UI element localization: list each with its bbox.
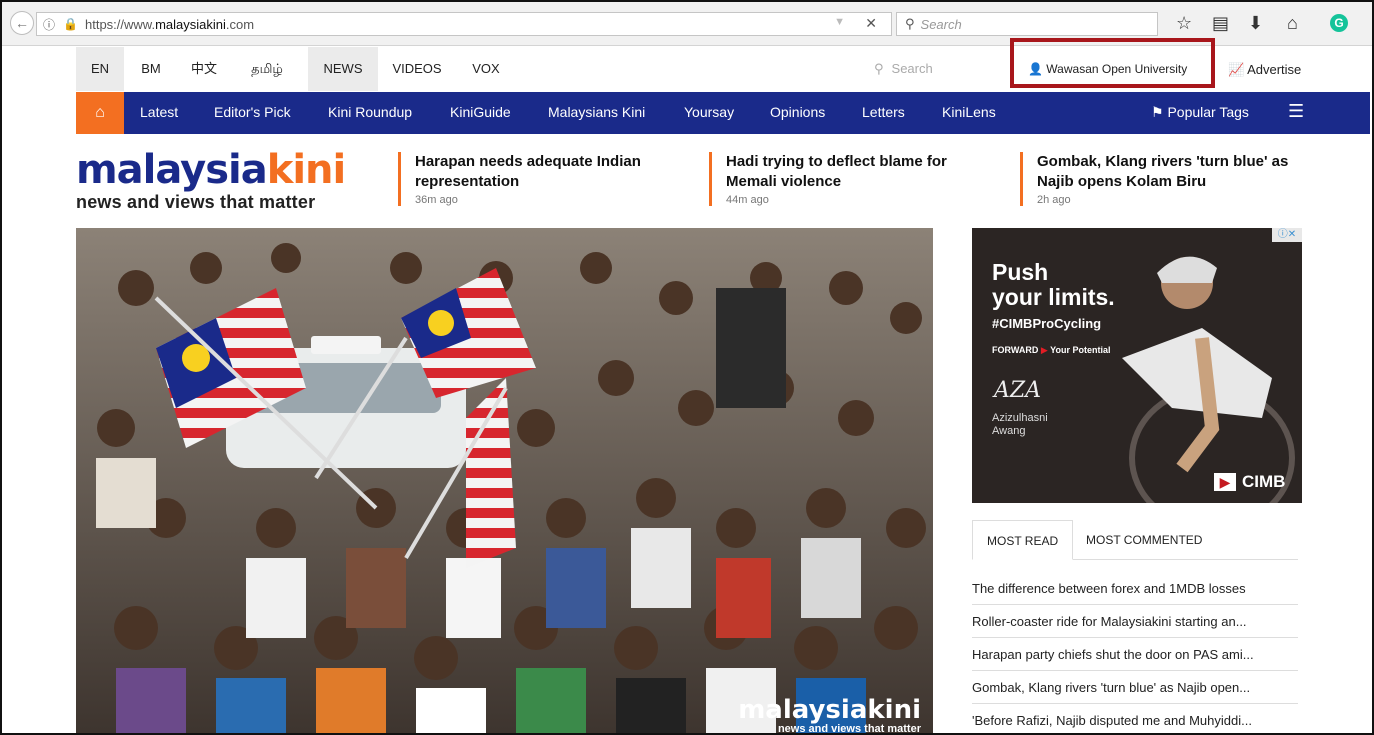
- browser-search-input[interactable]: ⚲ Search: [896, 12, 1158, 36]
- ad-forward-suffix: Your Potential: [1050, 345, 1111, 355]
- site-search[interactable]: ⚲ Search: [874, 61, 933, 77]
- lock-icon: 🔒: [63, 17, 78, 31]
- list-item[interactable]: Roller-coaster ride for Malaysiakini sta…: [972, 605, 1298, 638]
- ad-signature: AZA: [994, 378, 1042, 403]
- lang-en[interactable]: EN: [76, 47, 124, 91]
- headline-time: 2h ago: [1037, 194, 1071, 206]
- headline-title[interactable]: Gombak, Klang rivers 'turn blue' as Naji…: [1037, 152, 1300, 192]
- lang-zh[interactable]: 中文: [182, 47, 226, 91]
- browser-window: ← ⓘ 🔒 https://www.malaysiakini.com ▼ ✕ ⚲…: [0, 0, 1374, 735]
- nav-letters[interactable]: Letters: [862, 104, 905, 120]
- site-logo[interactable]: malaysiakini news and views that matter: [76, 147, 346, 213]
- cimb-mark-icon: ▶: [1214, 473, 1236, 491]
- list-item[interactable]: Harapan party chiefs shut the door on PA…: [972, 638, 1298, 671]
- lang-bm[interactable]: BM: [130, 47, 172, 91]
- nav-kinilens[interactable]: KiniLens: [942, 104, 996, 120]
- tab-most-commented[interactable]: MOST COMMENTED: [1072, 520, 1216, 560]
- info-icon[interactable]: ⓘ: [43, 16, 61, 33]
- url-text: https://www.malaysiakini.com: [85, 16, 255, 32]
- headline-time: 36m ago: [415, 194, 458, 206]
- nav-malaysians-kini[interactable]: Malaysians Kini: [548, 104, 645, 120]
- menu-icon[interactable]: ☰: [1288, 101, 1304, 122]
- back-arrow-icon[interactable]: ←: [10, 11, 34, 35]
- rider-last: Awang: [992, 425, 1026, 437]
- watermark-main: malaysiakini: [738, 695, 921, 725]
- nav-opinions[interactable]: Opinions: [770, 104, 825, 120]
- cimb-advertisement[interactable]: Push your limits. #CIMBProCycling FORWARD…: [972, 228, 1302, 503]
- headline-item[interactable]: Gombak, Klang rivers 'turn blue' as Naji…: [1020, 152, 1300, 206]
- popular-tags-label: Popular Tags: [1167, 104, 1249, 120]
- headline-title[interactable]: Harapan needs adequate Indian representa…: [415, 152, 678, 192]
- most-read-tabs: MOST READ MOST COMMENTED: [972, 520, 1298, 560]
- advertise-link[interactable]: 📈 Advertise: [1228, 62, 1301, 78]
- ad-forward-prefix: FORWARD: [992, 345, 1039, 355]
- flag-icon: ▶: [1040, 345, 1048, 355]
- nav-kini-roundup[interactable]: Kini Roundup: [328, 104, 412, 120]
- search-placeholder: Search: [920, 16, 962, 32]
- list-item[interactable]: The difference between forex and 1MDB lo…: [972, 572, 1298, 605]
- photo-watermark: malaysiakini news and views that matter: [738, 695, 921, 733]
- reading-list-icon[interactable]: ▤: [1212, 13, 1229, 34]
- search-icon: ⚲: [874, 61, 884, 76]
- main-nav: ⌂ Latest Editor's Pick Kini Roundup Kini…: [76, 92, 1370, 134]
- ad-hashtag: #CIMBProCycling: [992, 316, 1102, 331]
- search-icon: ⚲: [905, 16, 915, 31]
- bookmark-star-icon[interactable]: ☆: [1176, 13, 1192, 34]
- grammarly-icon[interactable]: G: [1330, 14, 1348, 32]
- tag-icon: ⚑: [1151, 104, 1164, 120]
- tab-vox[interactable]: VOX: [458, 47, 514, 91]
- ad-line2: your limits.: [992, 284, 1115, 310]
- ad-headline: Push your limits.: [992, 260, 1115, 310]
- close-icon[interactable]: ✕: [865, 15, 877, 32]
- chart-icon: 📈: [1228, 62, 1245, 77]
- list-item[interactable]: 'Before Rafizi, Najib disputed me and Mu…: [972, 704, 1298, 733]
- tab-most-read[interactable]: MOST READ: [972, 520, 1074, 560]
- highlight-box: [1010, 38, 1215, 88]
- home-icon[interactable]: ⌂: [76, 92, 124, 134]
- tab-news[interactable]: NEWS: [308, 47, 378, 91]
- ad-rider-name: Azizulhasni Awang: [992, 412, 1048, 438]
- crowd-photo: [76, 228, 933, 733]
- headline-item[interactable]: Hadi trying to deflect blame for Memali …: [709, 152, 989, 206]
- download-icon[interactable]: ⬇: [1248, 13, 1263, 34]
- hero-image[interactable]: malaysiakini news and views that matter: [76, 228, 933, 733]
- most-read-list: The difference between forex and 1MDB lo…: [972, 572, 1298, 733]
- cimb-brand: CIMB: [1242, 472, 1286, 491]
- lang-ta[interactable]: தமிழ்: [238, 47, 296, 91]
- logo-tagline: news and views that matter: [76, 192, 316, 212]
- popular-tags-link[interactable]: ⚑ Popular Tags: [1151, 104, 1249, 121]
- address-bar[interactable]: ⓘ 🔒 https://www.malaysiakini.com ▼ ✕: [36, 12, 892, 36]
- headline-time: 44m ago: [726, 194, 769, 206]
- rider-first: Azizulhasni: [992, 412, 1048, 424]
- logo-word-accent: kini: [266, 147, 346, 193]
- home-icon[interactable]: ⌂: [1287, 13, 1298, 34]
- ad-forward-line: FORWARD ▶ Your Potential: [992, 345, 1110, 356]
- nav-kiniguide[interactable]: KiniGuide: [450, 104, 511, 120]
- search-label: Search: [891, 61, 933, 76]
- adchoices-icon[interactable]: ⓘ✕: [1272, 228, 1302, 242]
- cimb-logo: ▶ CIMB: [1214, 472, 1285, 492]
- ad-line1: Push: [992, 259, 1049, 285]
- tab-videos[interactable]: VIDEOS: [382, 47, 452, 91]
- nav-editors-pick[interactable]: Editor's Pick: [214, 104, 291, 120]
- chevron-down-icon[interactable]: ▼: [834, 16, 845, 28]
- headline-item[interactable]: Harapan needs adequate Indian representa…: [398, 152, 678, 206]
- headline-title[interactable]: Hadi trying to deflect blame for Memali …: [726, 152, 989, 192]
- nav-yoursay[interactable]: Yoursay: [684, 104, 734, 120]
- nav-latest[interactable]: Latest: [140, 104, 178, 120]
- list-item[interactable]: Gombak, Klang rivers 'turn blue' as Naji…: [972, 671, 1298, 704]
- advertise-label: Advertise: [1247, 62, 1302, 77]
- logo-word-main: malaysia: [76, 147, 268, 193]
